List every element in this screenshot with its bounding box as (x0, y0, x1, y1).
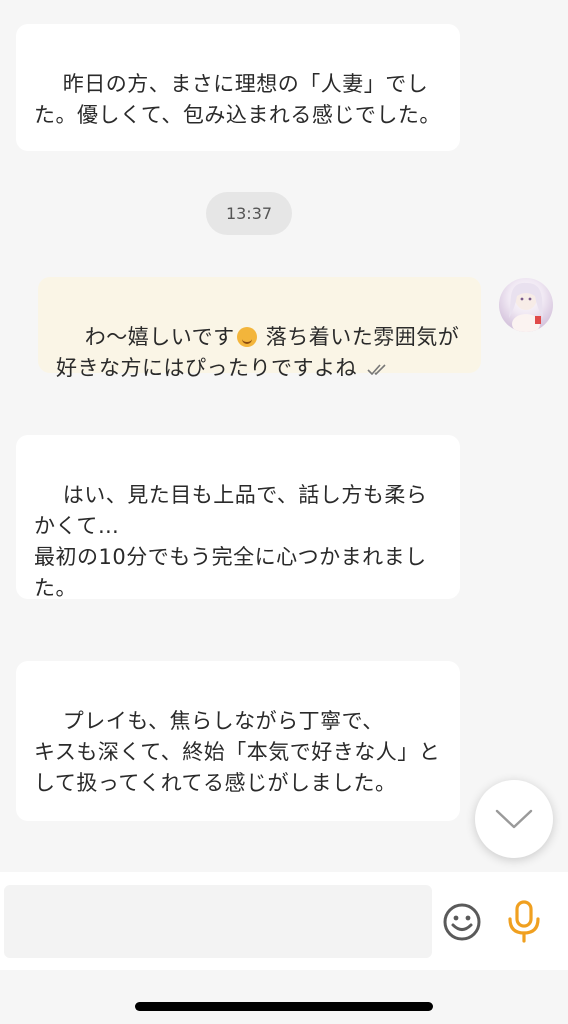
emoji-button[interactable] (442, 902, 482, 942)
chevron-down-icon (495, 809, 533, 829)
timestamp-pill: 13:37 (206, 192, 292, 235)
message-bubble-outgoing: わ〜嬉しいです 落ち着いた雰囲気が好きな方にはぴったりですよね (38, 277, 481, 380)
smiley-icon (443, 903, 481, 941)
message-text: はい、見た目も上品で、話し方も柔らかくて… 最初の10分でもう完全に心つかまれま… (34, 483, 428, 600)
relieved-face-emoji-icon (236, 327, 257, 347)
message-composer (0, 872, 568, 970)
message-text-part-1: わ〜嬉しいです (84, 325, 235, 349)
microphone-icon (508, 900, 540, 943)
chat-screen: 昨日の方、まさに理想の「人妻」でした。優しくて、包み込まれる感じでした。 13:… (0, 0, 568, 1024)
double-check-icon (367, 354, 389, 385)
message-bubble-incoming: 昨日の方、まさに理想の「人妻」でした。優しくて、包み込まれる感じでした。 (16, 24, 460, 151)
scroll-to-bottom-button[interactable] (475, 780, 553, 858)
message-text: プレイも、焦らしながら丁寧で、 キスも深くて、終始「本気で好きな人」として扱って… (34, 709, 441, 795)
message-bubble-incoming: プレイも、焦らしながら丁寧で、 キスも深くて、終始「本気で好きな人」として扱って… (16, 661, 460, 821)
home-indicator[interactable] (135, 1002, 433, 1011)
avatar[interactable] (499, 278, 553, 332)
message-text: 昨日の方、まさに理想の「人妻」でした。優しくて、包み込まれる感じでした。 (34, 72, 441, 127)
message-input[interactable] (4, 885, 432, 958)
message-bubble-incoming: はい、見た目も上品で、話し方も柔らかくて… 最初の10分でもう完全に心つかまれま… (16, 435, 460, 600)
microphone-button[interactable] (505, 900, 543, 944)
